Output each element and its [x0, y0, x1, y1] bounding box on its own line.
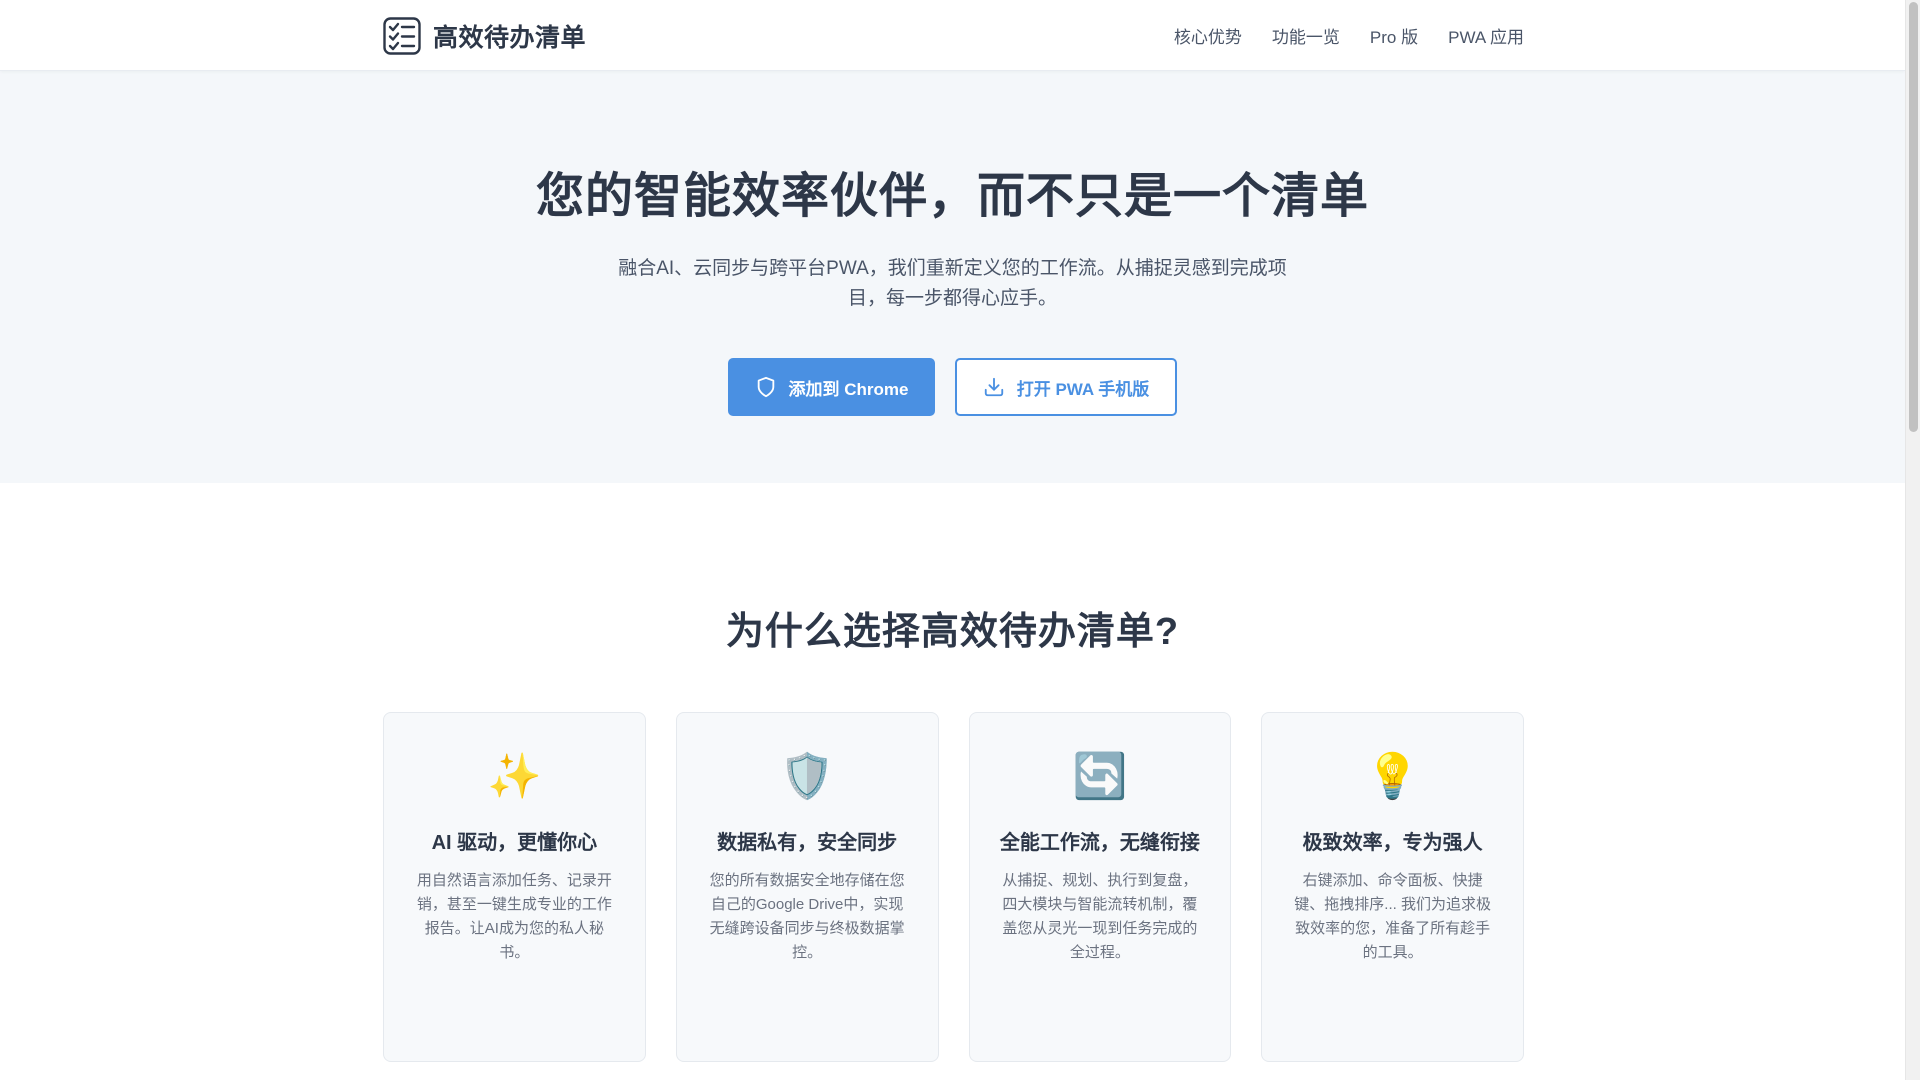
- sync-icon: 🔄: [1072, 751, 1128, 802]
- sparkles-icon: ✨: [486, 751, 542, 802]
- feature-cards: ✨ AI 驱动，更懂你心 用自然语言添加任务、记录开销，甚至一键生成专业的工作报…: [383, 712, 1524, 1062]
- hero-subtitle: 融合AI、云同步与跨平台PWA，我们重新定义您的工作流。从捕捉灵感到完成项目，每…: [618, 258, 1287, 309]
- feature-card-desc: 用自然语言添加任务、记录开销，甚至一键生成专业的工作报告。让AI成为您的私人秘书…: [416, 872, 612, 961]
- add-to-chrome-label: 添加到 Chrome: [788, 379, 909, 399]
- features-heading: 为什么选择高效待办清单?: [725, 611, 1180, 653]
- feature-card-desc: 右键添加、命令面板、快捷键、拖拽排序... 我们为追求极致效率的您，准备了所有趁…: [1294, 872, 1491, 961]
- lightbulb-icon: 💡: [1365, 751, 1421, 802]
- header-inner: 高效待办清单 核心优势 功能一览 Pro 版 PWA 应用: [383, 0, 1524, 71]
- feature-card-desc: 您的所有数据安全地存储在您自己的Google Drive中，实现无缝跨设备同步与…: [709, 872, 905, 961]
- page: 高效待办清单 核心优势 功能一览 Pro 版 PWA 应用 您的智能效率伙伴，而…: [0, 0, 1905, 1080]
- feature-card-ai: ✨ AI 驱动，更懂你心 用自然语言添加任务、记录开销，甚至一键生成专业的工作报…: [383, 712, 646, 1062]
- open-pwa-label: 打开 PWA 手机版: [1016, 379, 1150, 399]
- feature-card-title: 全能工作流，无缝衔接: [999, 832, 1200, 854]
- site-header: 高效待办清单 核心优势 功能一览 Pro 版 PWA 应用: [0, 0, 1905, 71]
- add-to-chrome-button[interactable]: 添加到 Chrome: [728, 358, 935, 416]
- feature-card-title: 极致效率，专为强人: [1302, 832, 1483, 854]
- feature-card-efficiency: 💡 极致效率，专为强人 右键添加、命令面板、快捷键、拖拽排序... 我们为追求极…: [1261, 712, 1524, 1062]
- main-nav: 核心优势 功能一览 Pro 版 PWA 应用: [1174, 23, 1524, 48]
- download-icon: [984, 377, 1003, 397]
- hero-title: 您的智能效率伙伴，而不只是一个清单: [535, 170, 1369, 223]
- hero-section: 您的智能效率伙伴，而不只是一个清单 融合AI、云同步与跨平台PWA，我们重新定义…: [0, 71, 1905, 483]
- shield-icon: [757, 376, 774, 398]
- feature-card-privacy: 🛡️ 数据私有，安全同步 您的所有数据安全地存储在您自己的Google Driv…: [675, 712, 939, 1062]
- hero-actions: 添加到 Chrome 打开 PWA 手机版: [0, 358, 1905, 416]
- feature-card-workflow: 🔄 全能工作流，无缝衔接 从捕捉、规划、执行到复盘，四大模块与智能流转机制，覆盖…: [968, 712, 1232, 1062]
- brand[interactable]: 高效待办清单: [383, 16, 587, 55]
- open-pwa-button[interactable]: 打开 PWA 手机版: [955, 358, 1177, 416]
- features-section: 为什么选择高效待办清单? ✨ AI 驱动，更懂你心 用自然语言添加任务、记录开销…: [0, 483, 1905, 1062]
- nav-link-pro[interactable]: Pro 版: [1370, 23, 1418, 48]
- nav-link-pwa[interactable]: PWA 应用: [1448, 23, 1524, 48]
- nav-link-advantages[interactable]: 核心优势: [1174, 23, 1242, 48]
- feature-card-title: 数据私有，安全同步: [717, 832, 898, 854]
- shield-icon: 🛡️: [779, 751, 835, 802]
- vertical-scrollbar[interactable]: [1905, 0, 1920, 1080]
- brand-title: 高效待办清单: [433, 23, 587, 52]
- nav-link-features[interactable]: 功能一览: [1272, 23, 1340, 48]
- feature-card-desc: 从捕捉、规划、执行到复盘，四大模块与智能流转机制，覆盖您从灵光一现到任务完成的全…: [1002, 872, 1198, 961]
- scrollbar-thumb[interactable]: [1909, 2, 1918, 432]
- checklist-logo-icon: [383, 16, 421, 55]
- feature-card-title: AI 驱动，更懂你心: [431, 832, 598, 854]
